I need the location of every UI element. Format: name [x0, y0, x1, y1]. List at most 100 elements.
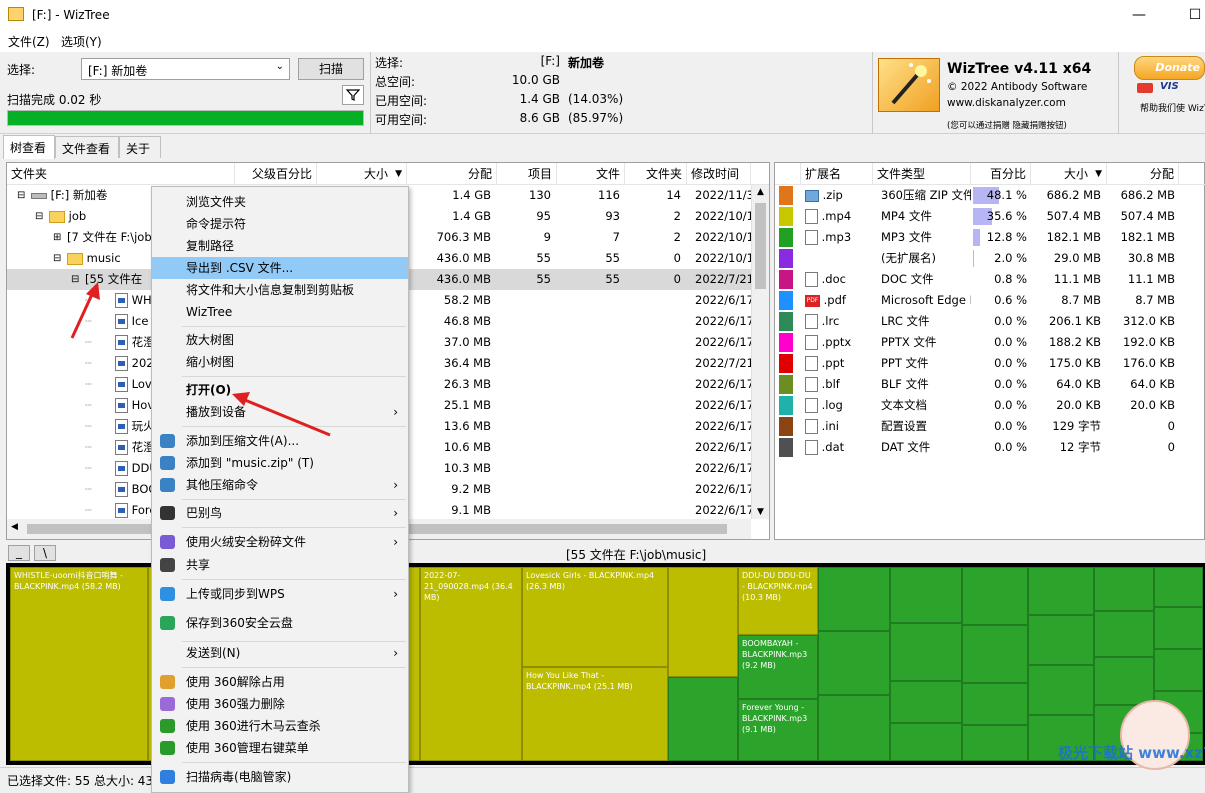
collapse-icon[interactable]: ⊟ — [35, 206, 45, 227]
col-percent[interactable]: 百分比 — [971, 163, 1031, 185]
col-allocated[interactable]: 分配 — [407, 163, 497, 185]
treemap-cell[interactable] — [890, 723, 962, 761]
treemap-cell[interactable] — [962, 625, 1028, 683]
col-modified[interactable]: 修改时间 — [687, 163, 751, 185]
col-file-type[interactable]: 文件类型 — [873, 163, 971, 185]
treemap-cell[interactable] — [1028, 567, 1094, 615]
treemap-cell[interactable] — [962, 683, 1028, 725]
context-menu-item[interactable]: 上传或同步到WPS › — [152, 583, 408, 605]
context-menu-item[interactable]: 共享 — [152, 554, 408, 576]
treemap-cell[interactable] — [1154, 607, 1203, 649]
ext-row[interactable]: .blf BLF 文件 0.0 % 64.0 KB 64.0 KB — [775, 374, 1204, 395]
ext-row[interactable]: .pptx PPTX 文件 0.0 % 188.2 KB 192.0 KB — [775, 332, 1204, 353]
ext-row[interactable]: .mp3 MP3 文件 12.8 % 182.1 MB 182.1 MB — [775, 227, 1204, 248]
treemap-cell[interactable] — [818, 567, 890, 631]
treemap-up-button[interactable]: _ — [8, 545, 30, 561]
treemap-cell-howyou[interactable]: How You Like That - BLACKPINK.mp4 (25.1 … — [522, 667, 668, 761]
col-items[interactable]: 项目 — [497, 163, 557, 185]
tab-about[interactable]: 关于 — [119, 136, 161, 158]
ext-row[interactable]: .log 文本文档 0.0 % 20.0 KB 20.0 KB — [775, 395, 1204, 416]
menu-options[interactable]: 选项(Y) — [61, 33, 102, 50]
ext-row[interactable]: (无扩展名) 2.0 % 29.0 MB 30.8 MB — [775, 248, 1204, 269]
context-menu-item[interactable]: 使用 360进行木马云查杀 — [152, 715, 408, 737]
treemap-cell[interactable] — [818, 631, 890, 695]
context-menu-item[interactable]: 使用 360解除占用 — [152, 671, 408, 693]
drive-select[interactable]: [F:] 新加卷 ⌄ — [81, 58, 290, 80]
scroll-down-icon[interactable]: ▼ — [757, 507, 764, 517]
col-ext-size[interactable]: 大小 ▼ — [1031, 163, 1107, 185]
treemap-cell-boombayah[interactable]: BOOMBAYAH - BLACKPINK.mp3 (9.2 MB) — [738, 635, 818, 699]
treemap-cell[interactable] — [1028, 615, 1094, 665]
context-menu-item[interactable]: 巴别鸟 › — [152, 502, 408, 524]
donate-button[interactable]: Donate — [1134, 56, 1205, 80]
collapse-icon[interactable]: ⊟ — [53, 248, 63, 269]
context-menu-item[interactable]: 命令提示符 — [152, 213, 408, 235]
scroll-thumb[interactable] — [755, 203, 766, 289]
context-menu-item[interactable]: 使用 360强力删除 — [152, 693, 408, 715]
context-menu-item[interactable]: 添加到 "music.zip" (T) — [152, 452, 408, 474]
context-menu-item[interactable]: 扫描病毒(电脑管家) — [152, 766, 408, 788]
context-menu-item[interactable]: 其他压缩命令 › — [152, 474, 408, 496]
col-parent-pct[interactable]: 父级百分比 — [235, 163, 317, 185]
menu-file[interactable]: 文件(Z) — [8, 33, 50, 50]
context-menu-item[interactable]: 使用 360管理右键菜单 — [152, 737, 408, 759]
folder-icon — [49, 210, 65, 223]
treemap-cell[interactable] — [890, 567, 962, 623]
treemap-cell-2022[interactable]: 2022-07-21_090028.mp4 (36.4 MB) — [420, 567, 522, 761]
treemap-cell[interactable] — [890, 681, 962, 723]
scroll-left-icon[interactable]: ◀ — [11, 522, 18, 532]
ext-name-cell: .pptx — [805, 332, 871, 353]
extension-pane: 扩展名 文件类型 百分比 大小 ▼ 分配 .zip 360压缩 ZIP 文件 48… — [774, 162, 1205, 540]
context-menu-item[interactable]: 复制路径 — [152, 235, 408, 257]
treemap-cell[interactable] — [818, 695, 890, 761]
ext-row[interactable]: PDF .pdf Microsoft Edge P 0.6 % 8.7 MB 8… — [775, 290, 1204, 311]
context-menu-item[interactable]: 保存到360安全云盘 — [152, 612, 408, 634]
tab-file-view[interactable]: 文件查看 — [55, 136, 119, 158]
treemap-cell[interactable] — [1094, 657, 1154, 705]
tree-vscroll[interactable]: ▲ ▼ — [751, 185, 769, 519]
treemap-cell-whistle[interactable]: WHISTLE-uoomi抖音口哨舞 - BLACKPINK.mp4 (58.2… — [10, 567, 148, 761]
website-link[interactable]: www.diskanalyzer.com — [947, 97, 1066, 109]
ext-row[interactable]: .zip 360压缩 ZIP 文件 48.1 % 686.2 MB 686.2 … — [775, 185, 1204, 206]
maximize-button[interactable]: ☐ — [1180, 4, 1205, 26]
context-menu-item[interactable]: 浏览文件夹 — [152, 191, 408, 213]
ext-row[interactable]: .dat DAT 文件 0.0 % 12 字节 0 — [775, 437, 1204, 458]
treemap-cell[interactable] — [962, 725, 1028, 761]
treemap-cell[interactable] — [962, 567, 1028, 625]
collapse-icon[interactable]: ⊟ — [17, 185, 27, 206]
ext-row[interactable]: .lrc LRC 文件 0.0 % 206.1 KB 312.0 KB — [775, 311, 1204, 332]
treemap-root-button[interactable]: \ — [34, 545, 56, 561]
ext-row[interactable]: .mp4 MP4 文件 35.6 % 507.4 MB 507.4 MB — [775, 206, 1204, 227]
expand-icon[interactable]: ⊞ — [53, 227, 63, 248]
context-menu-item[interactable]: 导出到 .CSV 文件... — [152, 257, 408, 279]
col-ext-allocated[interactable]: 分配 — [1107, 163, 1179, 185]
tab-tree-view[interactable]: 树查看 — [3, 135, 55, 159]
scan-button[interactable]: 扫描 — [298, 58, 364, 80]
treemap-cell[interactable] — [1094, 567, 1154, 611]
col-files[interactable]: 文件 — [557, 163, 625, 185]
context-menu-item[interactable]: 发送到(N) › — [152, 642, 408, 664]
type-color-swatch — [779, 417, 793, 436]
col-folder[interactable]: 文件夹 — [7, 163, 235, 185]
minimize-button[interactable]: — — [1124, 4, 1154, 26]
ext-row[interactable]: .ppt PPT 文件 0.0 % 175.0 KB 176.0 KB — [775, 353, 1204, 374]
ext-row[interactable]: .ini 配置设置 0.0 % 129 字节 0 — [775, 416, 1204, 437]
treemap-cell[interactable] — [890, 623, 962, 681]
ext-row[interactable]: .doc DOC 文件 0.8 % 11.1 MB 11.1 MB — [775, 269, 1204, 290]
treemap-cell[interactable] — [1154, 567, 1203, 607]
col-extension[interactable]: 扩展名 — [801, 163, 873, 185]
filter-button[interactable] — [342, 85, 364, 105]
treemap-cell[interactable] — [1154, 649, 1203, 691]
treemap-cell-forever[interactable]: Forever Young - BLACKPINK.mp3 (9.1 MB) — [738, 699, 818, 761]
treemap-cell-ddu[interactable]: DDU-DU DDU-DU - BLACKPINK.mp4 (10.3 MB) — [738, 567, 818, 635]
col-folders[interactable]: 文件夹 — [625, 163, 687, 185]
context-menu-item[interactable]: 使用火绒安全粉碎文件 › — [152, 531, 408, 553]
ext-percent-cell: 0.0 % — [973, 437, 1029, 458]
col-size[interactable]: 大小 ▼ — [317, 163, 407, 185]
treemap-cell[interactable] — [668, 677, 738, 761]
treemap-cell[interactable] — [1094, 611, 1154, 657]
treemap-cell[interactable] — [668, 567, 738, 677]
treemap-cell[interactable] — [1028, 665, 1094, 715]
scroll-up-icon[interactable]: ▲ — [757, 187, 764, 197]
treemap-cell-lovesick[interactable]: Lovesick Girls - BLACKPINK.mp4 (26.3 MB) — [522, 567, 668, 667]
